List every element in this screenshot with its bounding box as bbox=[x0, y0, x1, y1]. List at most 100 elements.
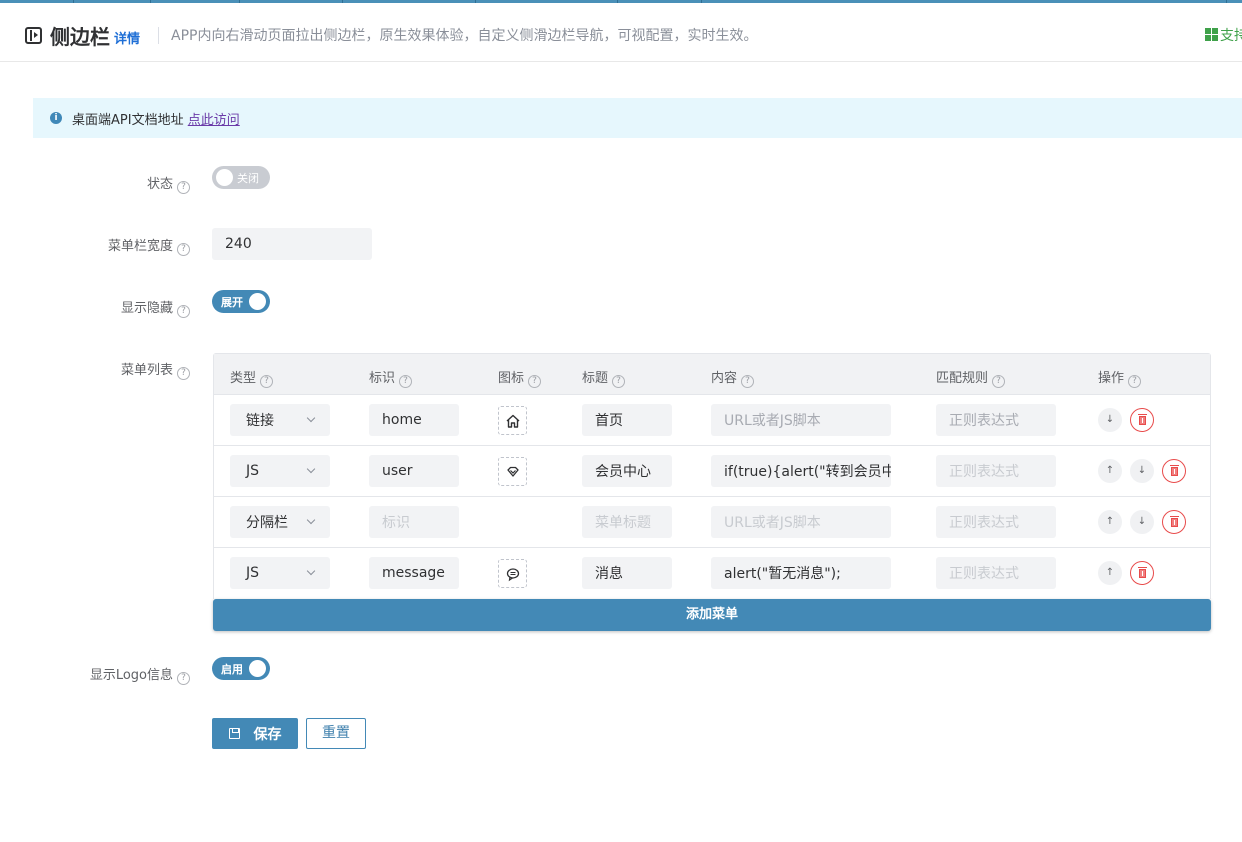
table-row: JS user 会员中心 if(true){alert("转到会员中心")} 正则表达式… bbox=[214, 446, 1210, 497]
menu-table: 类型? 标识? 图标? 标题? 内容? 匹配规则? 操作? 链接 home 首页 UR… bbox=[213, 353, 1211, 599]
help-icon[interactable]: ? bbox=[177, 181, 190, 194]
rule-input[interactable]: 正则表达式 bbox=[936, 557, 1056, 589]
chevron-down-icon bbox=[306, 413, 316, 423]
type-select[interactable]: JS bbox=[230, 455, 330, 487]
type-value: 分隔栏 bbox=[246, 515, 288, 531]
help-icon[interactable]: ? bbox=[1128, 375, 1142, 388]
api-doc-link[interactable]: 点此访问 bbox=[188, 113, 240, 128]
trash-icon bbox=[1138, 567, 1147, 578]
help-icon[interactable]: ? bbox=[399, 375, 413, 388]
type-select[interactable]: JS bbox=[230, 557, 330, 589]
column-header-type: 类型? bbox=[230, 367, 274, 388]
column-label: 标题 bbox=[582, 371, 609, 386]
move-up-button[interactable]: ↑ bbox=[1098, 561, 1122, 585]
help-icon[interactable]: ? bbox=[612, 375, 626, 388]
delete-button[interactable] bbox=[1130, 408, 1154, 432]
title-input[interactable]: 菜单标题 bbox=[582, 506, 672, 538]
move-down-button[interactable]: ↓ bbox=[1130, 459, 1154, 483]
move-down-button[interactable]: ↓ bbox=[1130, 510, 1154, 534]
page-title: 侧边栏 bbox=[50, 25, 110, 49]
help-icon[interactable]: ? bbox=[177, 243, 190, 256]
notice-text: 桌面端API文档地址 点此访问 bbox=[72, 109, 240, 128]
chevron-down-icon bbox=[306, 566, 316, 576]
windows-icon bbox=[1205, 28, 1218, 41]
help-icon[interactable]: ? bbox=[260, 375, 274, 388]
reset-button[interactable]: 重置 bbox=[306, 718, 366, 749]
show-logo-label: 显示Logo信息? bbox=[90, 664, 190, 685]
save-icon bbox=[228, 728, 240, 739]
help-icon[interactable]: ? bbox=[741, 375, 755, 388]
menu-list-label: 菜单列表? bbox=[121, 359, 190, 380]
switch-knob bbox=[249, 660, 266, 677]
help-icon[interactable]: ? bbox=[177, 672, 190, 685]
show-logo-switch[interactable]: 启用 bbox=[212, 657, 270, 680]
icon-picker[interactable] bbox=[498, 559, 527, 588]
status-switch[interactable]: 关闭 bbox=[212, 166, 270, 189]
menu-width-label: 菜单栏宽度? bbox=[108, 235, 190, 256]
show-hide-switch[interactable]: 展开 bbox=[212, 290, 270, 313]
save-button[interactable]: 保存 bbox=[212, 718, 298, 749]
detail-link[interactable]: 详情 bbox=[114, 28, 140, 47]
rule-input[interactable]: 正则表达式 bbox=[936, 506, 1056, 538]
column-label: 标识 bbox=[369, 371, 396, 386]
delete-button[interactable] bbox=[1162, 510, 1186, 534]
content-input[interactable]: if(true){alert("转到会员中心")} bbox=[711, 455, 891, 487]
help-icon[interactable]: ? bbox=[992, 375, 1006, 388]
column-header-rule: 匹配规则? bbox=[936, 367, 1006, 388]
home-icon bbox=[505, 413, 521, 429]
page-header: 侧边栏 详情 APP内向右滑动页面拉出侧边栏，原生效果体验，自定义侧滑边栏导航，… bbox=[0, 3, 1242, 62]
table-row: JS message 消息 alert("暂无消息"); 正则表达式 ↑ bbox=[214, 548, 1210, 599]
type-value: JS bbox=[246, 463, 260, 479]
move-up-button[interactable]: ↑ bbox=[1098, 510, 1122, 534]
save-label: 保存 bbox=[253, 726, 282, 743]
add-menu-button[interactable]: 添加菜单 bbox=[213, 599, 1211, 631]
rule-input[interactable]: 正则表达式 bbox=[936, 455, 1056, 487]
icon-picker[interactable] bbox=[498, 406, 527, 435]
id-input[interactable]: message bbox=[369, 557, 459, 589]
status-label-text: 状态 bbox=[146, 177, 173, 192]
move-down-button[interactable]: ↓ bbox=[1098, 408, 1122, 432]
type-select[interactable]: 链接 bbox=[230, 404, 330, 436]
switch-knob bbox=[216, 169, 233, 186]
message-icon bbox=[505, 566, 521, 582]
type-select[interactable]: 分隔栏 bbox=[230, 506, 330, 538]
column-label: 图标 bbox=[498, 371, 525, 386]
id-input[interactable]: 标识 bbox=[369, 506, 459, 538]
column-header-id: 标识? bbox=[369, 367, 413, 388]
help-icon[interactable]: ? bbox=[177, 367, 190, 380]
table-row: 链接 home 首页 URL或者JS脚本 正则表达式 ↓ bbox=[214, 395, 1210, 446]
column-label: 内容 bbox=[711, 371, 738, 386]
title-input[interactable]: 首页 bbox=[582, 404, 672, 436]
trash-icon bbox=[1138, 414, 1147, 425]
content-input[interactable]: URL或者JS脚本 bbox=[711, 404, 891, 436]
content-input[interactable]: alert("暂无消息"); bbox=[711, 557, 891, 589]
icon-picker[interactable] bbox=[498, 457, 527, 486]
delete-button[interactable] bbox=[1130, 561, 1154, 585]
info-icon: i bbox=[50, 112, 62, 124]
diamond-icon bbox=[505, 464, 521, 480]
support-badge[interactable]: 支持 bbox=[1205, 25, 1242, 45]
title-input[interactable]: 会员中心 bbox=[582, 455, 672, 487]
move-up-button[interactable]: ↑ bbox=[1098, 459, 1122, 483]
help-icon[interactable]: ? bbox=[177, 305, 190, 318]
arrow-down-icon: ↓ bbox=[1105, 414, 1115, 425]
help-icon[interactable]: ? bbox=[528, 375, 542, 388]
column-label: 操作 bbox=[1098, 371, 1125, 386]
chevron-down-icon bbox=[306, 515, 316, 525]
delete-button[interactable] bbox=[1162, 459, 1186, 483]
switch-text: 启用 bbox=[221, 663, 243, 676]
table-row: 分隔栏 标识 菜单标题 URL或者JS脚本 正则表达式 ↑ ↓ bbox=[214, 497, 1210, 548]
arrow-up-icon: ↑ bbox=[1105, 516, 1115, 527]
switch-text: 展开 bbox=[221, 296, 243, 309]
sidebar-panel-icon bbox=[25, 27, 42, 44]
type-value: 链接 bbox=[246, 413, 274, 429]
trash-icon bbox=[1170, 465, 1179, 476]
id-input[interactable]: home bbox=[369, 404, 459, 436]
id-input[interactable]: user bbox=[369, 455, 459, 487]
content-input[interactable]: URL或者JS脚本 bbox=[711, 506, 891, 538]
column-header-icon: 图标? bbox=[498, 367, 542, 388]
column-header-actions: 操作? bbox=[1098, 367, 1142, 388]
title-input[interactable]: 消息 bbox=[582, 557, 672, 589]
rule-input[interactable]: 正则表达式 bbox=[936, 404, 1056, 436]
menu-width-input[interactable]: 240 bbox=[212, 228, 372, 260]
